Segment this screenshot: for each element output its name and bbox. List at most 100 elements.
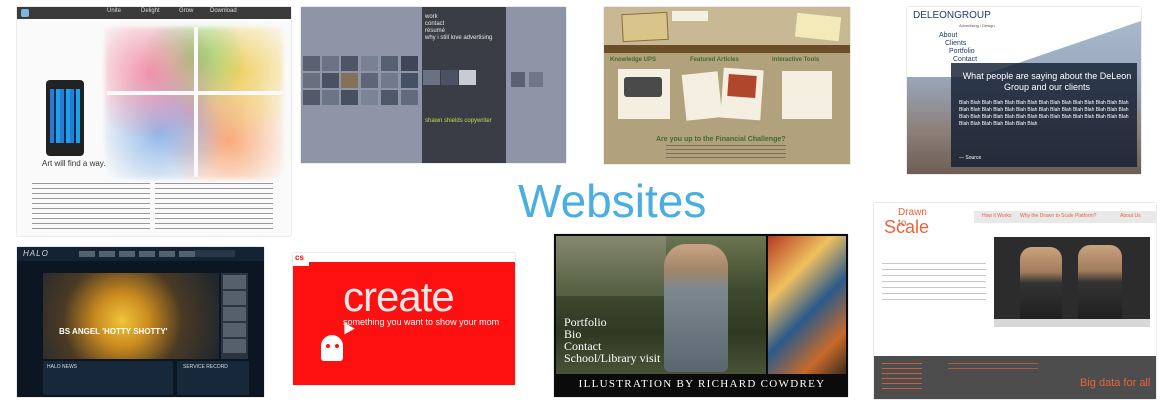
portfolio-tile[interactable]: [459, 70, 476, 85]
thumbnail-strip: [221, 273, 248, 359]
testimonial-heading: What people are saying about the DeLeon …: [962, 71, 1132, 92]
menu-item-clients[interactable]: Clients: [945, 40, 966, 47]
portfolio-tile[interactable]: [361, 73, 378, 88]
hero-image[interactable]: [43, 273, 219, 359]
menu-item-portfolio[interactable]: Portfolio: [949, 48, 975, 55]
drawn-to-scale-site-thumbnail[interactable]: Drawn to Scale How it Works Why the Draw…: [874, 203, 1156, 399]
portfolio-tile[interactable]: [381, 90, 398, 105]
windows-phone-site-thumbnail[interactable]: Unite Delight Grow Download Art will fin…: [17, 7, 291, 236]
artist-portrait: [664, 244, 728, 372]
create-site-thumbnail[interactable]: cs home · about · contact create somethi…: [293, 253, 515, 385]
logo-divider-horizontal: [107, 91, 283, 95]
video-player[interactable]: [994, 237, 1150, 327]
cs-logo[interactable]: cs: [295, 254, 304, 262]
article-card[interactable]: [681, 71, 723, 121]
portfolio-tile[interactable]: [322, 56, 339, 71]
portfolio-tile[interactable]: [441, 70, 458, 85]
house-background: [556, 236, 666, 296]
portfolio-tile[interactable]: [511, 72, 525, 87]
richard-cowdrey-site-thumbnail[interactable]: Portfolio Bio Contact School/Library vis…: [554, 234, 848, 397]
hero-caption: BS ANGEL 'HOTTY SHOTTY': [59, 327, 168, 336]
hero-thumbnail[interactable]: [223, 275, 246, 289]
logo-bottom-text: Scale: [884, 217, 930, 237]
educators-note[interactable]: [794, 12, 842, 42]
create-subheadline: something you want to show your mom: [343, 317, 500, 327]
search-input[interactable]: [195, 250, 235, 257]
portfolio-tile[interactable]: [401, 90, 418, 105]
ghost-mascot-icon: [321, 335, 343, 361]
phone-screen: [50, 89, 80, 143]
menu-item-contact[interactable]: contact: [425, 21, 444, 27]
hero-thumbnail[interactable]: [223, 323, 246, 337]
portfolio-tile[interactable]: [303, 90, 320, 105]
nav-item-why-platform[interactable]: Why the Drawn to Scale Platform?: [1020, 213, 1096, 219]
portfolio-tile[interactable]: [381, 56, 398, 71]
menu-item-resume[interactable]: résumé: [425, 28, 445, 34]
windows-logo-icon: [21, 9, 29, 17]
video-controls[interactable]: [994, 319, 1150, 327]
intro-text: [882, 263, 986, 303]
portfolio-tile[interactable]: [423, 70, 440, 85]
service-record-heading[interactable]: SERVICE RECORD: [183, 364, 228, 370]
footer-tagline: Big data for all: [1080, 377, 1151, 389]
menu-item-school-library-visit[interactable]: School/Library visit: [564, 352, 660, 364]
portfolio-tile[interactable]: [303, 56, 320, 71]
portfolio-tile[interactable]: [341, 90, 358, 105]
money-smart-site-thumbnail[interactable]: Knowledge UPS Featured Articles Interact…: [604, 7, 850, 164]
shawn-shields-site-thumbnail[interactable]: work contact résumé why i still love adv…: [301, 7, 566, 163]
nav-item-unite[interactable]: Unite: [107, 8, 121, 14]
portfolio-tile[interactable]: [401, 56, 418, 71]
nav-item-about-us[interactable]: About Us: [1120, 213, 1141, 219]
section-title: Websites: [518, 175, 707, 227]
bank-logo: [672, 11, 708, 21]
portfolio-tile[interactable]: [322, 90, 339, 105]
nav-item-delight[interactable]: Delight: [141, 8, 160, 14]
hero-thumbnail[interactable]: [223, 291, 246, 305]
site-logo[interactable]: [621, 11, 669, 43]
hero-thumbnail[interactable]: [223, 307, 246, 321]
video-person: [1020, 247, 1062, 319]
deleon-logo[interactable]: DELEONGROUP: [913, 10, 991, 21]
section-featured-articles: Featured Articles: [690, 57, 739, 63]
drawn-to-scale-logo[interactable]: Drawn to Scale: [884, 207, 930, 239]
body-text-column-left: [32, 183, 150, 229]
nav-item-how-it-works[interactable]: How it Works: [982, 213, 1011, 219]
book-covers: [768, 236, 846, 374]
body-text-column-right: [155, 183, 273, 229]
article-image: [727, 74, 757, 98]
portfolio-tile[interactable]: [529, 72, 543, 87]
menu-item-contact[interactable]: Contact: [953, 56, 977, 63]
tool-card[interactable]: [782, 71, 832, 119]
portfolio-tile[interactable]: [322, 73, 339, 88]
deleon-logo-sub: Advertising / Design: [959, 23, 995, 28]
halo-logo[interactable]: HALO: [23, 249, 49, 258]
halo-waypoint-site-thumbnail[interactable]: HALO BS ANGEL 'HOTTY SHOTTY' HALO NEWS S…: [17, 247, 264, 397]
portfolio-tile[interactable]: [401, 73, 418, 88]
main-nav[interactable]: [79, 251, 199, 257]
nav-item-grow[interactable]: Grow: [179, 8, 193, 14]
gps-image: [624, 77, 662, 97]
testimonial-body: Blah Blah Blah Blah Blah Blah Blah Blah …: [959, 100, 1129, 127]
deleon-group-site-thumbnail[interactable]: DELEONGROUP Advertising / Design About C…: [907, 7, 1141, 174]
top-nav[interactable]: home · about · contact: [311, 258, 361, 264]
portfolio-tile[interactable]: [303, 73, 320, 88]
portfolio-tile[interactable]: [361, 90, 378, 105]
testimonial-source: — Source: [959, 155, 982, 161]
tagline: Art will find a way.: [42, 159, 106, 168]
portfolio-tile[interactable]: [381, 73, 398, 88]
hero-thumbnail[interactable]: [223, 339, 246, 353]
ghost-eye: [326, 344, 330, 348]
portfolio-tile[interactable]: [341, 56, 358, 71]
nav-item-download[interactable]: Download: [210, 8, 237, 14]
menu-item-advertising[interactable]: why i still love advertising: [425, 35, 492, 41]
section-interactive-tools: Interactive Tools: [772, 57, 820, 63]
menu-item-work[interactable]: work: [425, 14, 438, 20]
footer-links[interactable]: [882, 363, 922, 389]
portfolio-tile[interactable]: [341, 73, 358, 88]
main-nav: [604, 45, 850, 53]
portfolio-tile[interactable]: [361, 56, 378, 71]
logo-divider-vertical: [194, 27, 198, 177]
news-heading: HALO NEWS: [47, 364, 78, 370]
ghost-eye: [335, 344, 339, 348]
menu-item-about[interactable]: About: [939, 32, 957, 39]
